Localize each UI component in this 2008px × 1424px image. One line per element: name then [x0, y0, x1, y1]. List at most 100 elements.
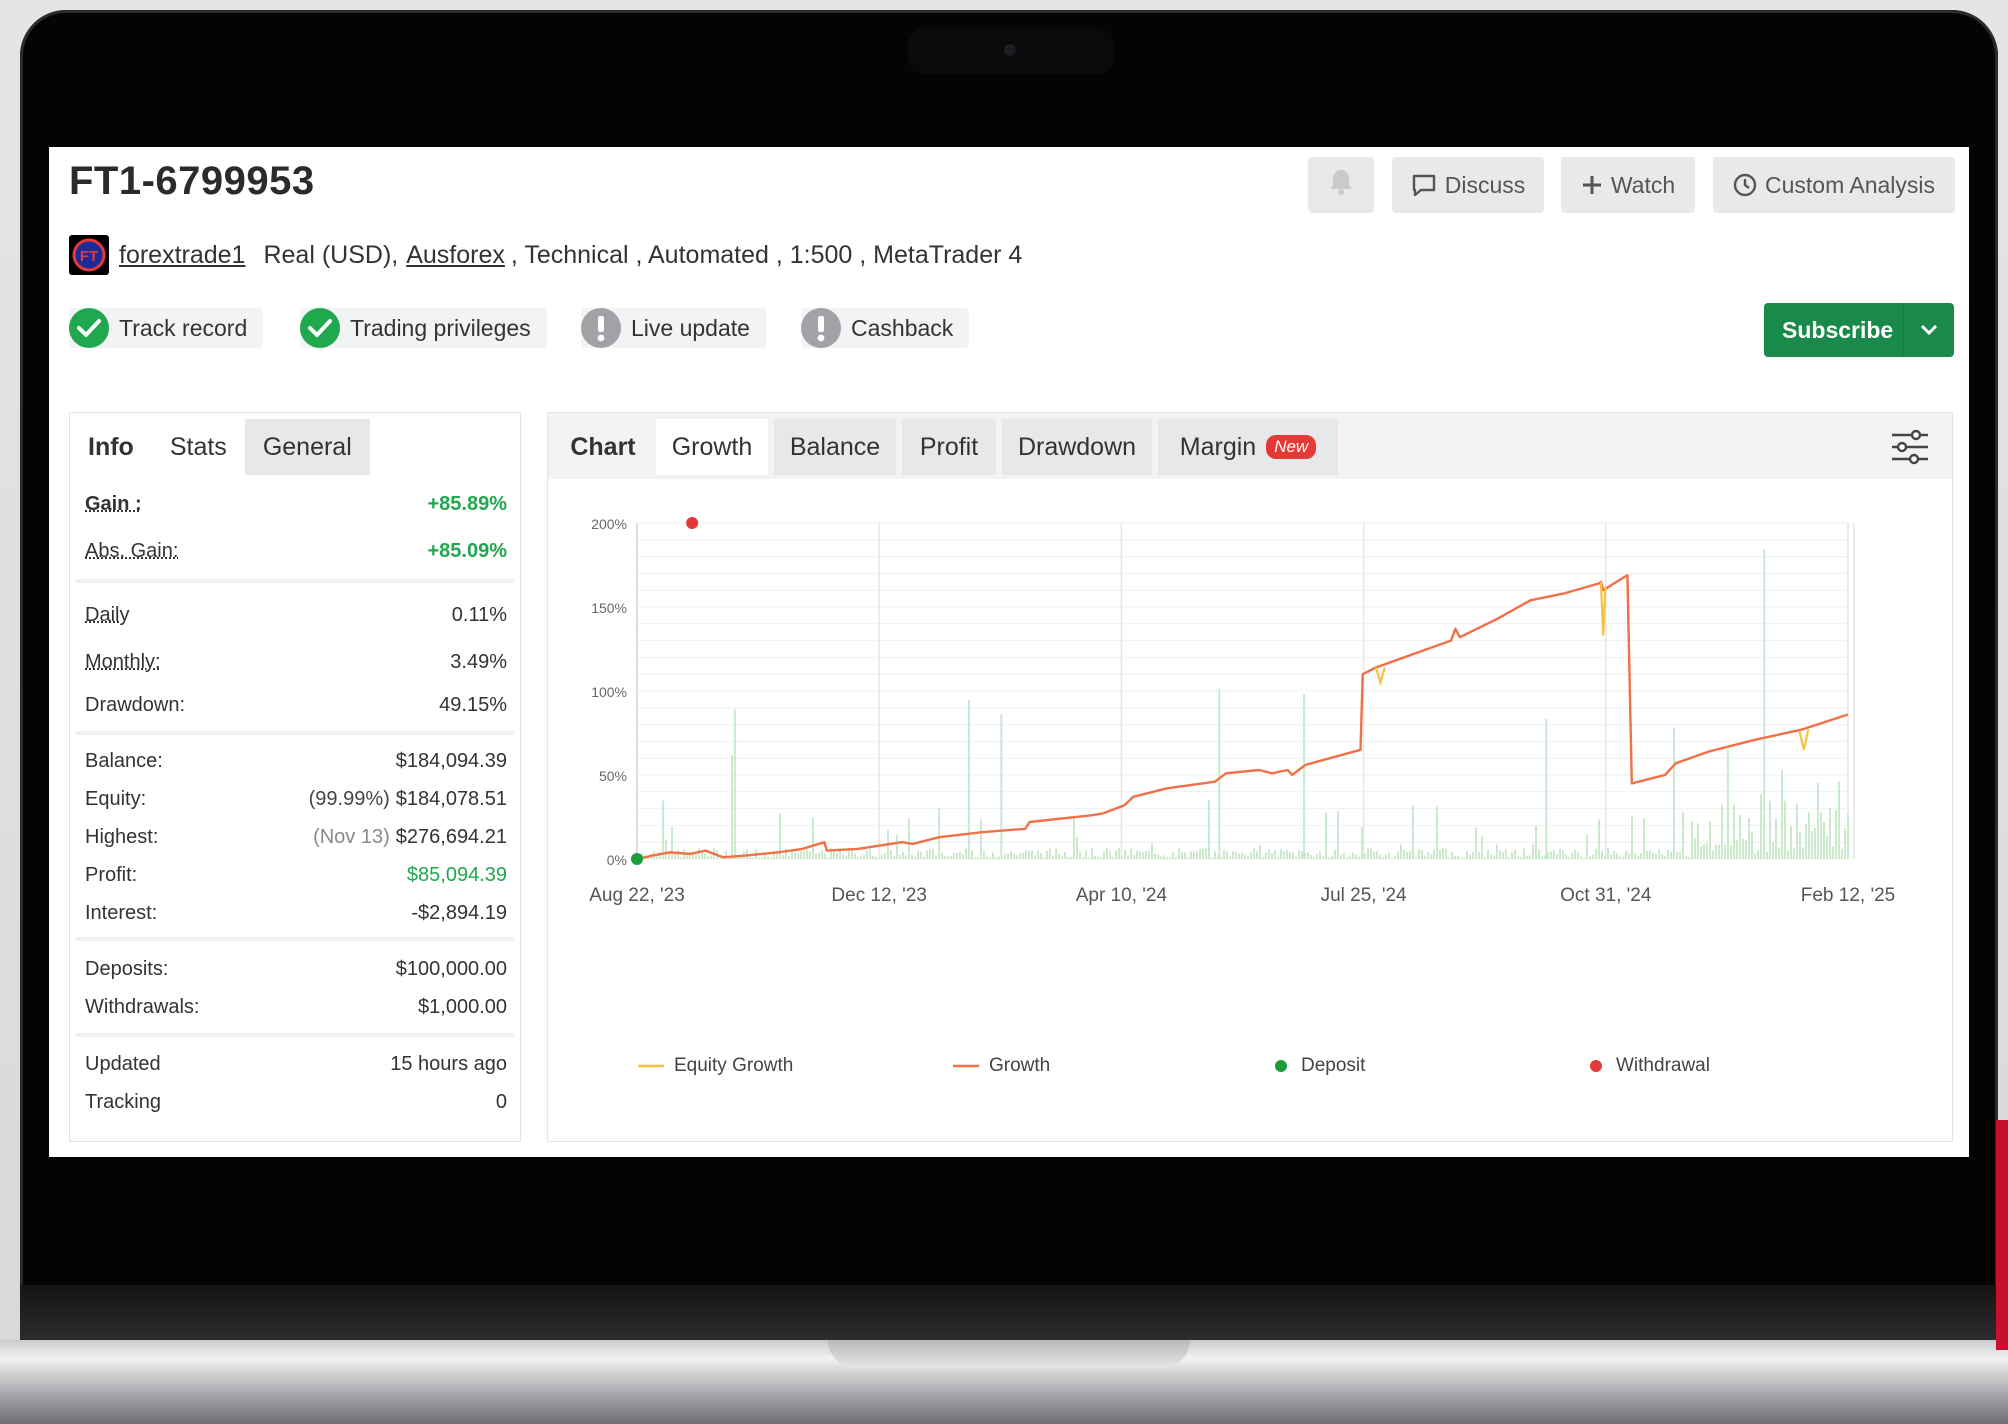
- avatar[interactable]: FT: [69, 235, 109, 275]
- y-tick-label: 150%: [591, 600, 627, 616]
- volume-bar: [1538, 849, 1540, 859]
- tab-growth[interactable]: Growth: [656, 419, 768, 475]
- volume-bar: [1442, 848, 1444, 859]
- volume-bar: [1303, 694, 1306, 859]
- volume-bar: [1778, 847, 1780, 859]
- volume-bar: [1535, 825, 1537, 859]
- volume-bar: [950, 855, 952, 859]
- volume-bar: [1688, 856, 1690, 859]
- volume-bar: [1436, 806, 1438, 859]
- volume-bar: [1592, 854, 1594, 859]
- volume-bar: [1622, 856, 1624, 859]
- volume-bar: [1730, 845, 1732, 859]
- exclamation-icon: [581, 308, 621, 348]
- volume-bar: [1166, 856, 1168, 859]
- volume-bar: [1583, 857, 1585, 859]
- volume-bar: [1451, 851, 1453, 859]
- volume-bar: [860, 855, 862, 859]
- volume-bar: [1280, 848, 1282, 859]
- volume-bar: [998, 856, 1000, 859]
- tab-balance[interactable]: Balance: [774, 419, 896, 475]
- volume-bar: [1283, 851, 1285, 859]
- volume-bar: [1751, 831, 1753, 859]
- broker-link[interactable]: Ausforex: [406, 241, 505, 270]
- discuss-button[interactable]: Discuss: [1392, 157, 1544, 213]
- volume-bar: [1598, 819, 1600, 859]
- tab-general[interactable]: General: [244, 419, 370, 475]
- legend-equity-growth[interactable]: Equity Growth: [636, 1053, 793, 1079]
- volume-bar: [1400, 844, 1402, 859]
- volume-bar: [1313, 857, 1315, 859]
- legend-growth[interactable]: Growth: [951, 1053, 1050, 1079]
- volume-bar: [905, 855, 907, 859]
- volume-bar: [1127, 855, 1129, 859]
- legend-dot-swatch: [1275, 1060, 1287, 1072]
- volume-bar: [1643, 818, 1645, 859]
- speech-bubble-icon: [1411, 173, 1437, 197]
- volume-bar: [1337, 811, 1339, 859]
- volume-bar: [1175, 857, 1177, 859]
- tab-drawdown[interactable]: Drawdown: [1002, 419, 1152, 475]
- stat-label[interactable]: Abs. Gain:: [85, 540, 178, 563]
- watch-button[interactable]: Watch: [1561, 157, 1695, 213]
- tab-margin[interactable]: Margin New: [1158, 419, 1338, 475]
- chevron-down-icon[interactable]: [1903, 303, 1954, 357]
- volume-bar: [1712, 850, 1714, 859]
- deposit-marker: [631, 853, 643, 865]
- volume-bar: [803, 851, 805, 859]
- volume-bar: [1046, 850, 1048, 859]
- volume-bar: [773, 853, 775, 859]
- volume-bar: [1136, 850, 1138, 859]
- volume-bar: [1172, 852, 1174, 859]
- volume-bar: [1211, 857, 1213, 859]
- watch-label: Watch: [1610, 171, 1676, 198]
- volume-bar: [1322, 856, 1324, 859]
- volume-bar: [1025, 850, 1027, 859]
- legend-deposit[interactable]: Deposit: [1273, 1053, 1365, 1079]
- camera-lens: [1004, 44, 1016, 56]
- track-record-badge[interactable]: Track record: [69, 308, 264, 348]
- volume-bar: [1247, 856, 1249, 859]
- growth-chart[interactable]: 0% 50% 100% 150% 200% Aug 22, '23 Dec 12, '23 A…: [548, 493, 1952, 1013]
- tab-stats[interactable]: Stats: [151, 419, 245, 475]
- volume-bar: [1580, 856, 1582, 859]
- notify-button[interactable]: [1308, 157, 1374, 213]
- volume-bar: [1319, 851, 1321, 859]
- stat-label[interactable]: Daily: [85, 604, 129, 627]
- live-update-badge[interactable]: Live update: [581, 308, 766, 348]
- custom-analysis-button[interactable]: Custom Analysis: [1713, 157, 1955, 213]
- stat-label[interactable]: Gain :: [85, 493, 142, 516]
- volume-bar: [1709, 821, 1711, 859]
- volume-bar: [863, 854, 865, 859]
- account-type: Real (USD),: [263, 240, 399, 269]
- volume-bar: [1178, 848, 1180, 859]
- volume-bar: [1646, 850, 1648, 859]
- volume-bar: [1409, 851, 1411, 859]
- stat-value: 0.11%: [451, 603, 507, 626]
- volume-bar: [1406, 851, 1408, 859]
- volume-bar: [923, 856, 925, 859]
- volume-bar: [1610, 854, 1612, 859]
- volume-bar: [1358, 856, 1360, 859]
- username-link[interactable]: forextrade1: [119, 241, 245, 270]
- volume-bar: [1616, 852, 1618, 859]
- sliders-icon[interactable]: [1888, 425, 1932, 469]
- legend-withdrawal[interactable]: Withdrawal: [1588, 1053, 1710, 1079]
- trading-privileges-badge[interactable]: Trading privileges: [300, 308, 547, 348]
- volume-bar: [1298, 850, 1300, 859]
- discuss-label: Discuss: [1444, 171, 1526, 198]
- legend-label: Growth: [989, 1055, 1051, 1076]
- stat-value: $1,000.00: [418, 995, 507, 1018]
- stat-note: (99.99%): [308, 787, 390, 810]
- stat-label[interactable]: Monthly:: [85, 651, 161, 674]
- tab-chart[interactable]: Chart: [558, 419, 648, 475]
- volume-bar: [1082, 857, 1084, 859]
- volume-bar: [1757, 850, 1759, 859]
- tab-info[interactable]: Info: [70, 419, 152, 475]
- volume-bar: [797, 853, 799, 859]
- subscribe-button[interactable]: Subscribe: [1764, 303, 1954, 357]
- tab-margin-label: Margin: [1179, 432, 1257, 461]
- cashback-badge[interactable]: Cashback: [801, 308, 970, 348]
- tab-profit[interactable]: Profit: [902, 419, 996, 475]
- volume-bar: [1838, 781, 1840, 859]
